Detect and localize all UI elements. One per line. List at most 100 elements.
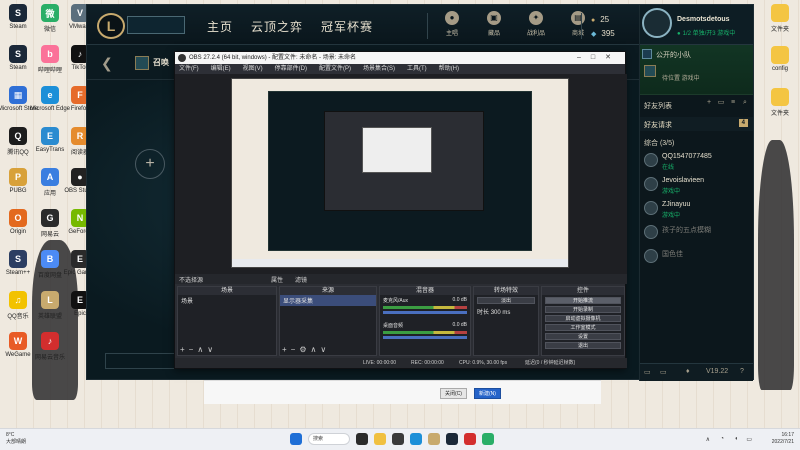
desktop-icon[interactable]: 文件夹 — [764, 88, 796, 117]
desktop-icon[interactable]: E EasyTrans — [34, 127, 66, 153]
chat-icon[interactable]: ▭ — [644, 368, 651, 376]
source-item[interactable]: 显示器采集 — [280, 295, 376, 306]
desktop-icon[interactable]: L 英雄联盟 — [34, 291, 66, 320]
friend-item[interactable]: 孩子的五点模糊 — [644, 223, 752, 243]
play-button[interactable] — [127, 16, 185, 34]
menu-item[interactable]: 配置文件(P) — [319, 64, 351, 74]
profile-button[interactable]: ● 主唱 — [439, 11, 465, 37]
menu-item[interactable]: 工具(T) — [407, 64, 427, 74]
control-button[interactable]: 开始录制 — [545, 306, 621, 313]
tray-volume-icon[interactable]: ◖ — [734, 436, 738, 442]
clock[interactable]: 16:17 2022/7/21 — [772, 432, 794, 446]
friend-requests-row[interactable]: 好友请求 4 — [640, 117, 753, 131]
desktop-icon[interactable]: b 哔哩哔哩 — [34, 45, 66, 74]
dialog-footer — [204, 380, 601, 404]
duration-field[interactable]: 300 ms — [491, 310, 511, 316]
tray-network-icon[interactable]: ◔ — [720, 436, 724, 442]
collection-button[interactable]: ▣ 藏品 — [481, 11, 507, 37]
nav-clash[interactable]: 冠军杯赛 — [321, 18, 373, 35]
invite-plus-button[interactable]: + — [135, 149, 165, 179]
control-button[interactable]: 退出 — [545, 342, 621, 349]
scene-item[interactable]: 场景 — [178, 295, 276, 306]
summoner-status: 1/2 单独/开3 游戏中 — [677, 28, 736, 37]
mixer-dock: 混音器 麦克风/Aux 0.0 dB 桌面音频 0.0 dB — [379, 286, 471, 356]
tray-chevron-icon[interactable]: ∧ — [706, 436, 710, 443]
volume-fader[interactable] — [383, 336, 467, 339]
friend-item[interactable]: ZJinayuu 游戏中 — [644, 199, 752, 219]
friend-group-label[interactable]: 综合 (3/5) — [644, 138, 674, 148]
desktop-icon[interactable]: S Steam++ — [2, 250, 34, 276]
weather-widget[interactable]: 8°C 大部晴朗 — [6, 432, 26, 446]
properties-button[interactable]: 属性 — [271, 275, 283, 284]
menu-item[interactable]: 视图(V) — [243, 64, 263, 74]
menu-item[interactable]: 帮助(H) — [439, 64, 459, 74]
control-button[interactable]: 工作室模式 — [545, 324, 621, 331]
control-button[interactable]: 启动虚拟摄像机 — [545, 315, 621, 322]
friend-status: 游戏中 — [662, 213, 681, 219]
add-friend-icon[interactable]: + — [705, 99, 713, 107]
help-icon[interactable]: ? — [740, 368, 744, 375]
task-view-icon[interactable] — [356, 433, 368, 445]
menu-item[interactable]: 文件(F) — [179, 64, 199, 74]
start-icon[interactable] — [290, 433, 302, 445]
loot-button[interactable]: ✦ 战利品 — [523, 11, 549, 37]
weather-desc: 大部晴朗 — [6, 439, 27, 445]
transition-select[interactable]: 淡出 — [477, 297, 535, 304]
clock-date: 2022/7/21 — [771, 439, 794, 445]
filters-button[interactable]: 滤镜 — [295, 275, 307, 284]
desktop-icon[interactable]: Q 腾讯QQ — [2, 127, 34, 156]
steam-taskbar-icon[interactable] — [446, 433, 458, 445]
desktop-icon[interactable]: S Steam — [2, 4, 34, 30]
nav-tft[interactable]: 云顶之弈 — [251, 18, 303, 35]
app-icon: A — [41, 168, 59, 186]
desktop-icon[interactable]: A 应用 — [34, 168, 66, 197]
edge-taskbar-icon[interactable] — [410, 433, 422, 445]
avatar[interactable] — [642, 8, 672, 38]
list-icon[interactable]: ≡ — [729, 99, 737, 107]
desktop-icon[interactable]: W WeGame — [2, 332, 34, 358]
tray-battery-icon[interactable]: ▭ — [746, 436, 752, 443]
desktop-icon[interactable]: e Microsoft Edge — [30, 86, 70, 112]
friend-avatar — [644, 177, 658, 191]
friend-item[interactable]: 国色佳 — [644, 247, 752, 267]
file-explorer-icon[interactable] — [374, 433, 386, 445]
league-logo[interactable]: L — [97, 13, 125, 39]
folder-icon[interactable]: ▭ — [717, 99, 725, 107]
desktop-icon[interactable]: 微微信 — [34, 4, 66, 33]
scene-controls[interactable]: +−∧∨ — [180, 345, 217, 354]
wechat-taskbar-icon[interactable] — [482, 433, 494, 445]
window-controls[interactable]: –□✕ — [577, 52, 621, 64]
desktop-icon[interactable]: P PUBG — [2, 168, 34, 194]
desktop-icon[interactable]: S Steam — [2, 45, 34, 71]
desktop-icon[interactable]: 文件夹 — [764, 4, 796, 33]
desktop-icon[interactable]: ♫ QQ音乐 — [2, 291, 34, 320]
source-controls[interactable]: +−⚙∧∨ — [282, 345, 330, 354]
desktop-icon[interactable]: G 网易云 — [34, 209, 66, 238]
mic-icon[interactable]: ♦ — [686, 368, 690, 375]
dialog-cancel-button[interactable]: 关闭(C) — [440, 388, 467, 399]
volume-meter — [383, 331, 467, 334]
summoner-header: Desmotsdetous 1/2 单独/开3 游戏中 — [640, 5, 753, 45]
desktop-icon[interactable]: ♪ 网易云音乐 — [34, 332, 66, 361]
control-button[interactable]: 开始推流 — [545, 297, 621, 304]
desktop-icon[interactable]: B 百度网盘 — [34, 250, 66, 279]
dialog-confirm-button[interactable]: 新建(N) — [474, 388, 501, 399]
menu-item[interactable]: 场景集合(S) — [363, 64, 395, 74]
desktop-icon[interactable]: config — [764, 46, 796, 72]
taskbar-search[interactable]: 搜索 — [308, 433, 350, 445]
netease-taskbar-icon[interactable] — [464, 433, 476, 445]
nav-home[interactable]: 主页 — [207, 18, 233, 35]
volume-fader[interactable] — [383, 311, 467, 314]
league-taskbar-icon[interactable] — [428, 433, 440, 445]
search-icon[interactable]: ⌕ — [741, 99, 749, 107]
desktop-icon[interactable]: O Origin — [2, 209, 34, 235]
menu-item[interactable]: 停靠部件(D) — [275, 64, 307, 74]
control-button[interactable]: 设置 — [545, 333, 621, 340]
obs-taskbar-icon[interactable] — [392, 433, 404, 445]
menu-item[interactable]: 编辑(E) — [211, 64, 231, 74]
friend-item[interactable]: Jevoislavieen 游戏中 — [644, 175, 752, 195]
back-arrow-icon[interactable]: ❮ — [101, 55, 113, 72]
voice-icon[interactable]: ▭ — [660, 368, 667, 376]
store-button[interactable]: ▤ 商城 — [565, 11, 591, 37]
friend-item[interactable]: QQ1547077485 在线 — [644, 151, 752, 171]
